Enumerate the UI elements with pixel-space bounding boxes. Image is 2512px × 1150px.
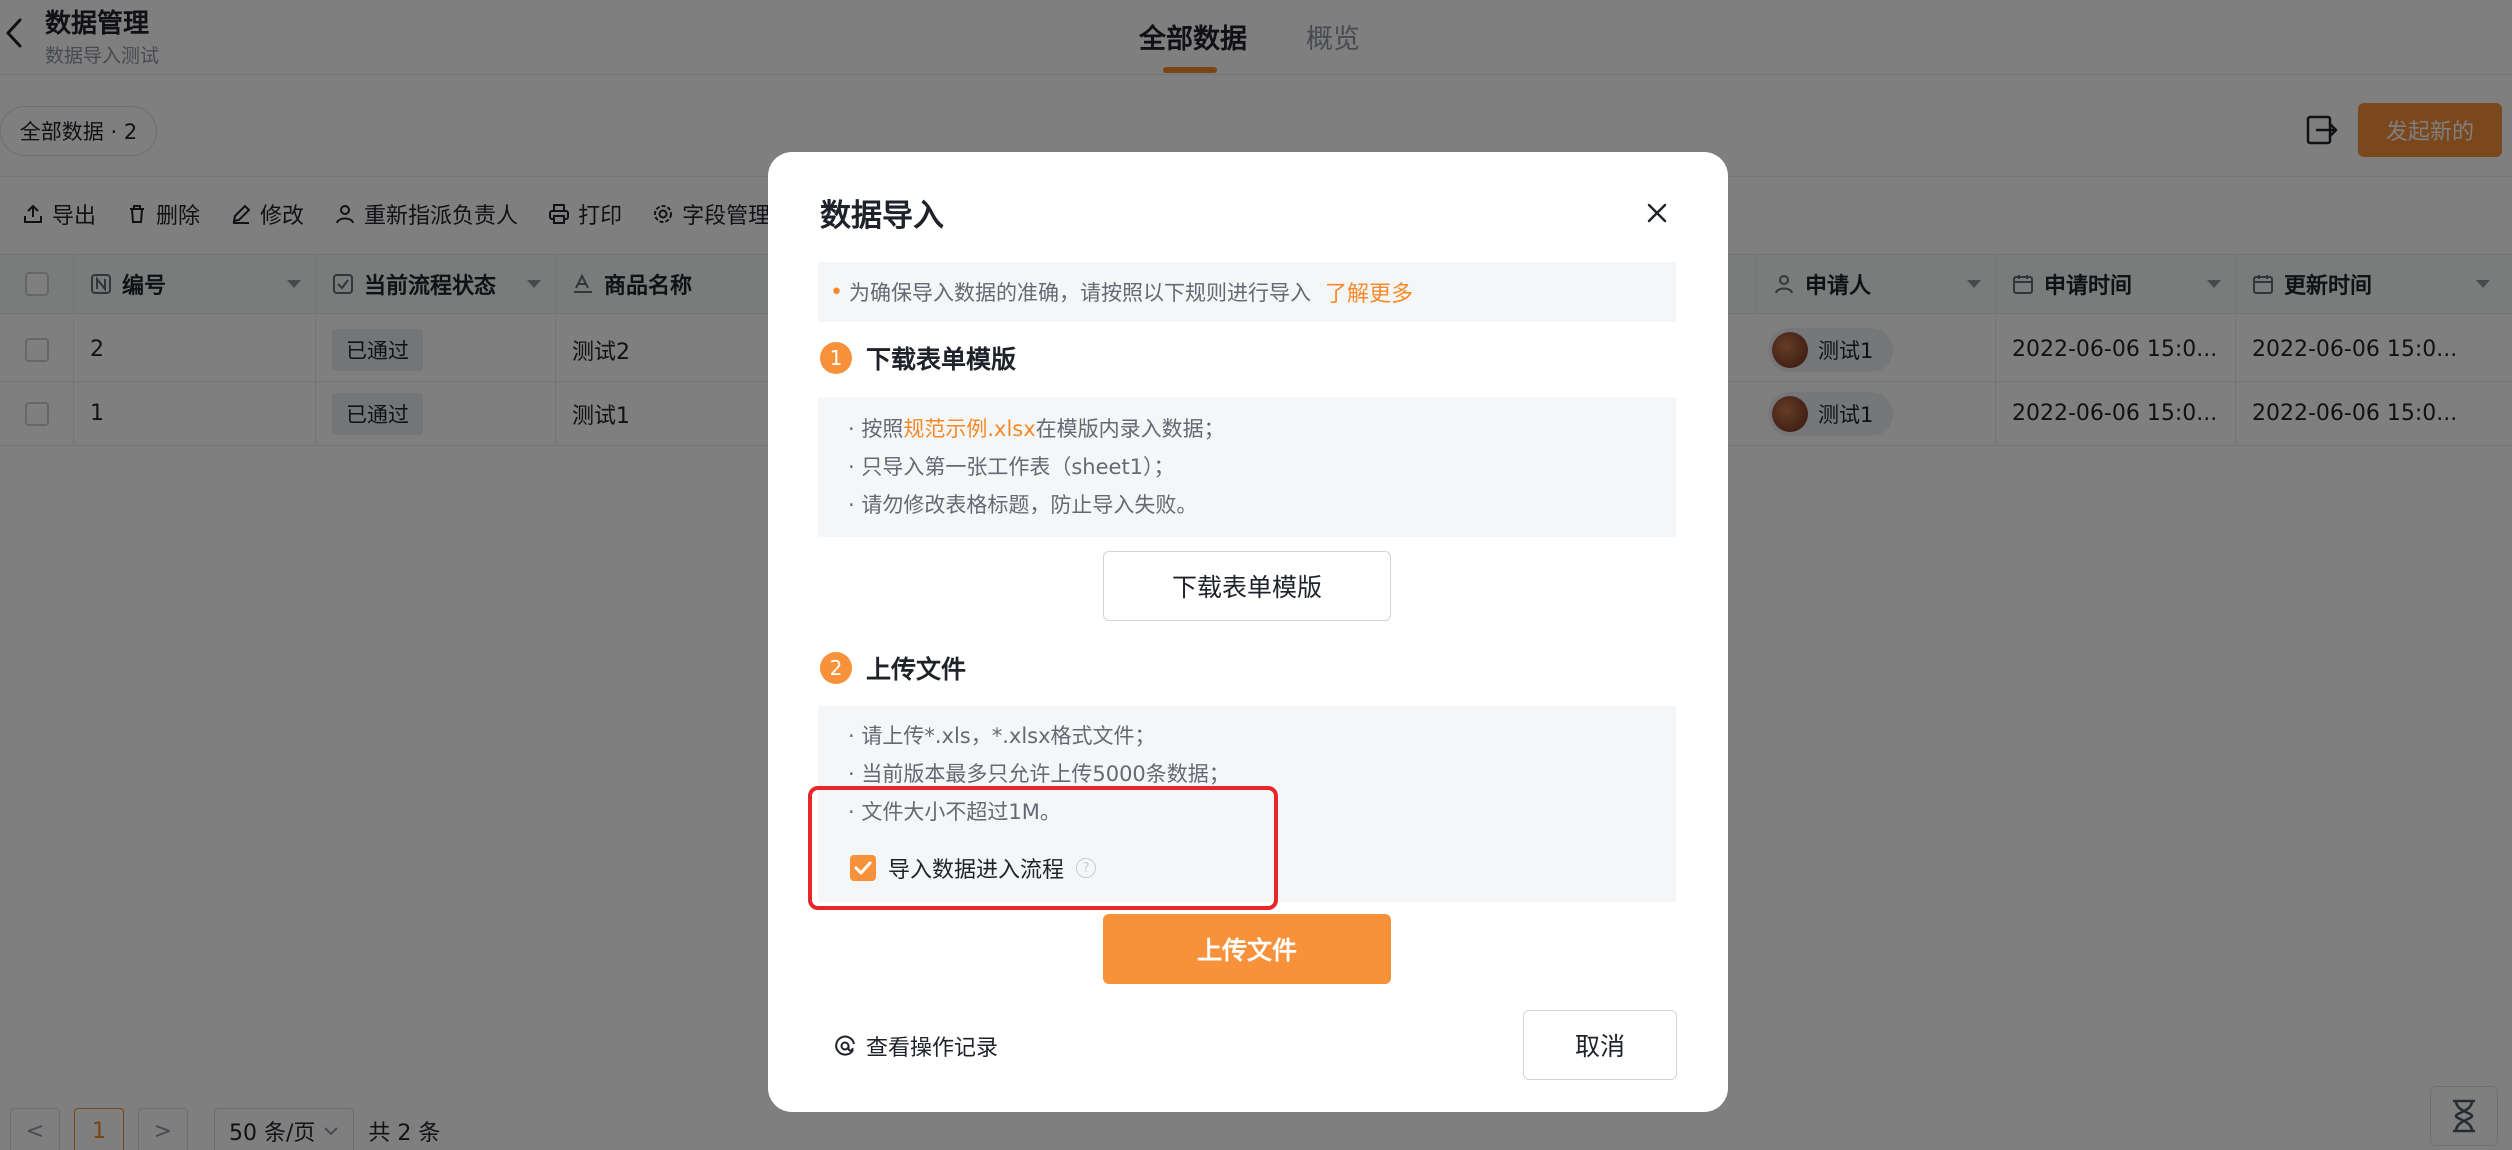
step-number-badge: 1 bbox=[820, 342, 852, 374]
rule-line: · 按照 规范示例.xlsx 在模版内录入数据； bbox=[848, 409, 1676, 447]
import-notice: • 为确保导入数据的准确，请按照以下规则进行导入 了解更多 bbox=[818, 262, 1676, 322]
bullet-dot-icon: • bbox=[830, 279, 843, 305]
rule-text: 在模版内录入数据； bbox=[1035, 417, 1225, 441]
step-2-header: 2 上传文件 bbox=[820, 650, 966, 686]
notice-text: 为确保导入数据的准确，请按照以下规则进行导入 bbox=[848, 281, 1311, 305]
history-icon bbox=[835, 1035, 855, 1056]
step-1-title: 下载表单模版 bbox=[866, 345, 1017, 374]
upload-file-button[interactable]: 上传文件 bbox=[1103, 914, 1391, 984]
step-number-badge: 2 bbox=[820, 652, 852, 684]
modal-title: 数据导入 bbox=[820, 198, 944, 234]
highlight-annotation bbox=[808, 786, 1278, 910]
learn-more-link[interactable]: 了解更多 bbox=[1325, 276, 1413, 308]
sample-file-link[interactable]: 规范示例.xlsx bbox=[903, 413, 1035, 443]
rule-text: · 按照 bbox=[848, 417, 904, 441]
rule-line: · 只导入第一张工作表（sheet1）； bbox=[848, 455, 1175, 479]
step-1-rules: · 按照 规范示例.xlsx 在模版内录入数据； · 只导入第一张工作表（she… bbox=[818, 397, 1676, 537]
cancel-button[interactable]: 取消 bbox=[1523, 1010, 1677, 1080]
download-template-button[interactable]: 下载表单模版 bbox=[1103, 551, 1391, 621]
data-import-modal: 数据导入 • 为确保导入数据的准确，请按照以下规则进行导入 了解更多 1 下载表… bbox=[768, 152, 1728, 1112]
rule-line: · 请勿修改表格标题，防止导入失败。 bbox=[848, 493, 1198, 517]
step-2-title: 上传文件 bbox=[866, 655, 967, 684]
rule-line: · 请上传*.xls，*.xlsx格式文件； bbox=[848, 724, 1156, 748]
view-history-label: 查看操作记录 bbox=[866, 1036, 999, 1061]
close-icon[interactable] bbox=[1640, 196, 1674, 230]
step-1-header: 1 下载表单模版 bbox=[820, 340, 1016, 376]
view-history-link[interactable]: 查看操作记录 bbox=[834, 1030, 998, 1062]
